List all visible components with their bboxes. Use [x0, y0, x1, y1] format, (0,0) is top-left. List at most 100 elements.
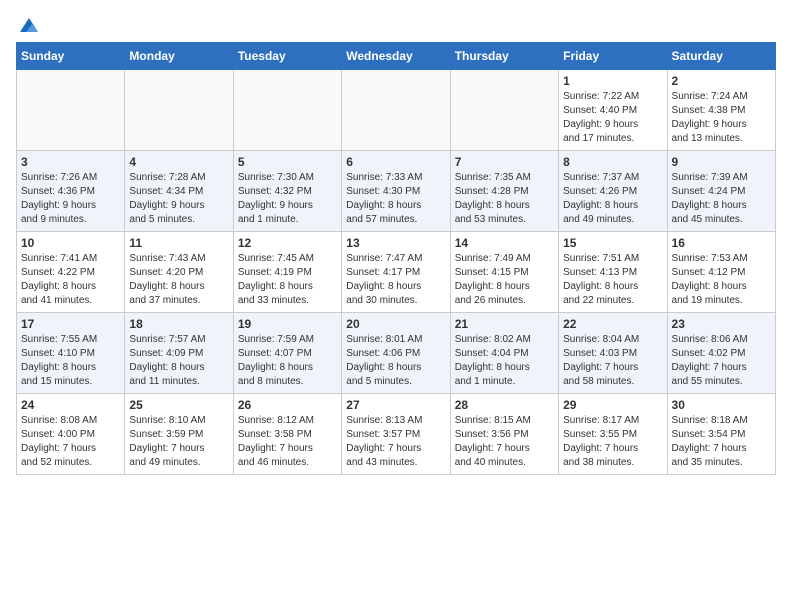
- day-number: 29: [563, 398, 662, 412]
- day-info: Sunrise: 7:53 AM Sunset: 4:12 PM Dayligh…: [672, 252, 771, 308]
- day-cell: 3Sunrise: 7:26 AM Sunset: 4:36 PM Daylig…: [17, 151, 125, 232]
- day-cell: 20 Sunrise: 8:01 AM Sunset: 4:06 PM Dayli…: [342, 313, 450, 394]
- week-row-3: 10 Sunrise: 7:41 AM Sunset: 4:22 PM Dayli…: [17, 232, 776, 313]
- logo: [16, 16, 40, 30]
- day-cell: 11 Sunrise: 7:43 AM Sunset: 4:20 PM Dayli…: [125, 232, 233, 313]
- day-number: 15: [563, 236, 662, 250]
- day-number: 22: [563, 317, 662, 331]
- day-number: 14: [455, 236, 554, 250]
- day-info: Sunrise: 7:49 AM Sunset: 4:15 PM Dayligh…: [455, 252, 554, 308]
- day-info: Sunrise: 7:47 AM Sunset: 4:17 PM Dayligh…: [346, 252, 445, 308]
- calendar-header-row: SundayMondayTuesdayWednesdayThursdayFrid…: [17, 43, 776, 70]
- day-cell: 5 Sunrise: 7:30 AM Sunset: 4:32 PM Daylig…: [233, 151, 341, 232]
- day-number: 3: [21, 155, 120, 169]
- day-number: 27: [346, 398, 445, 412]
- day-info: Sunrise: 7:39 AM Sunset: 4:24 PM Dayligh…: [672, 171, 771, 227]
- day-info: Sunrise: 7:43 AM Sunset: 4:20 PM Dayligh…: [129, 252, 228, 308]
- day-number: 26: [238, 398, 337, 412]
- column-header-saturday: Saturday: [667, 43, 775, 70]
- day-number: 25: [129, 398, 228, 412]
- calendar-table: SundayMondayTuesdayWednesdayThursdayFrid…: [16, 42, 776, 475]
- day-info: Sunrise: 8:18 AM Sunset: 3:54 PM Dayligh…: [672, 414, 771, 470]
- day-number: 2: [672, 74, 771, 88]
- day-cell: [342, 70, 450, 151]
- day-number: 7: [455, 155, 554, 169]
- day-info: Sunrise: 7:59 AM Sunset: 4:07 PM Dayligh…: [238, 333, 337, 389]
- day-info: Sunrise: 8:01 AM Sunset: 4:06 PM Dayligh…: [346, 333, 445, 389]
- day-info: Sunrise: 7:30 AM Sunset: 4:32 PM Dayligh…: [238, 171, 337, 227]
- day-cell: 12Sunrise: 7:45 AM Sunset: 4:19 PM Dayli…: [233, 232, 341, 313]
- day-number: 19: [238, 317, 337, 331]
- day-number: 6: [346, 155, 445, 169]
- day-cell: 26 Sunrise: 8:12 AM Sunset: 3:58 PM Dayli…: [233, 394, 341, 475]
- day-cell: 25 Sunrise: 8:10 AM Sunset: 3:59 PM Dayli…: [125, 394, 233, 475]
- day-number: 9: [672, 155, 771, 169]
- day-number: 5: [238, 155, 337, 169]
- day-cell: 17Sunrise: 7:55 AM Sunset: 4:10 PM Dayli…: [17, 313, 125, 394]
- day-info: Sunrise: 7:51 AM Sunset: 4:13 PM Dayligh…: [563, 252, 662, 308]
- day-info: Sunrise: 8:15 AM Sunset: 3:56 PM Dayligh…: [455, 414, 554, 470]
- day-number: 10: [21, 236, 120, 250]
- day-info: Sunrise: 7:55 AM Sunset: 4:10 PM Dayligh…: [21, 333, 120, 389]
- day-number: 23: [672, 317, 771, 331]
- day-cell: 1 Sunrise: 7:22 AM Sunset: 4:40 PM Daylig…: [559, 70, 667, 151]
- day-info: Sunrise: 7:57 AM Sunset: 4:09 PM Dayligh…: [129, 333, 228, 389]
- day-info: Sunrise: 7:28 AM Sunset: 4:34 PM Dayligh…: [129, 171, 228, 227]
- day-info: Sunrise: 7:37 AM Sunset: 4:26 PM Dayligh…: [563, 171, 662, 227]
- week-row-1: 1 Sunrise: 7:22 AM Sunset: 4:40 PM Daylig…: [17, 70, 776, 151]
- week-row-4: 17Sunrise: 7:55 AM Sunset: 4:10 PM Dayli…: [17, 313, 776, 394]
- day-cell: 29 Sunrise: 8:17 AM Sunset: 3:55 PM Dayli…: [559, 394, 667, 475]
- day-info: Sunrise: 8:12 AM Sunset: 3:58 PM Dayligh…: [238, 414, 337, 470]
- day-cell: [125, 70, 233, 151]
- page-header: [16, 16, 776, 30]
- day-number: 11: [129, 236, 228, 250]
- day-cell: [17, 70, 125, 151]
- day-info: Sunrise: 8:04 AM Sunset: 4:03 PM Dayligh…: [563, 333, 662, 389]
- day-number: 4: [129, 155, 228, 169]
- day-number: 1: [563, 74, 662, 88]
- day-info: Sunrise: 8:08 AM Sunset: 4:00 PM Dayligh…: [21, 414, 120, 470]
- day-cell: 23 Sunrise: 8:06 AM Sunset: 4:02 PM Dayli…: [667, 313, 775, 394]
- day-cell: 10 Sunrise: 7:41 AM Sunset: 4:22 PM Dayli…: [17, 232, 125, 313]
- day-cell: 8 Sunrise: 7:37 AM Sunset: 4:26 PM Daylig…: [559, 151, 667, 232]
- day-cell: 30Sunrise: 8:18 AM Sunset: 3:54 PM Dayli…: [667, 394, 775, 475]
- day-info: Sunrise: 7:33 AM Sunset: 4:30 PM Dayligh…: [346, 171, 445, 227]
- week-row-5: 24 Sunrise: 8:08 AM Sunset: 4:00 PM Dayli…: [17, 394, 776, 475]
- day-info: Sunrise: 7:41 AM Sunset: 4:22 PM Dayligh…: [21, 252, 120, 308]
- day-number: 28: [455, 398, 554, 412]
- logo-icon: [18, 14, 40, 36]
- day-info: Sunrise: 8:10 AM Sunset: 3:59 PM Dayligh…: [129, 414, 228, 470]
- day-info: Sunrise: 7:22 AM Sunset: 4:40 PM Dayligh…: [563, 90, 662, 146]
- day-cell: 18 Sunrise: 7:57 AM Sunset: 4:09 PM Dayli…: [125, 313, 233, 394]
- day-number: 20: [346, 317, 445, 331]
- column-header-sunday: Sunday: [17, 43, 125, 70]
- day-cell: 13 Sunrise: 7:47 AM Sunset: 4:17 PM Dayli…: [342, 232, 450, 313]
- column-header-wednesday: Wednesday: [342, 43, 450, 70]
- day-cell: [233, 70, 341, 151]
- day-cell: 22 Sunrise: 8:04 AM Sunset: 4:03 PM Dayli…: [559, 313, 667, 394]
- day-number: 13: [346, 236, 445, 250]
- day-info: Sunrise: 8:06 AM Sunset: 4:02 PM Dayligh…: [672, 333, 771, 389]
- day-info: Sunrise: 8:17 AM Sunset: 3:55 PM Dayligh…: [563, 414, 662, 470]
- day-cell: [450, 70, 558, 151]
- column-header-friday: Friday: [559, 43, 667, 70]
- day-info: Sunrise: 7:24 AM Sunset: 4:38 PM Dayligh…: [672, 90, 771, 146]
- day-cell: 9 Sunrise: 7:39 AM Sunset: 4:24 PM Daylig…: [667, 151, 775, 232]
- day-number: 8: [563, 155, 662, 169]
- day-cell: 6 Sunrise: 7:33 AM Sunset: 4:30 PM Daylig…: [342, 151, 450, 232]
- day-cell: 27Sunrise: 8:13 AM Sunset: 3:57 PM Dayli…: [342, 394, 450, 475]
- column-header-thursday: Thursday: [450, 43, 558, 70]
- day-number: 18: [129, 317, 228, 331]
- column-header-monday: Monday: [125, 43, 233, 70]
- day-info: Sunrise: 7:35 AM Sunset: 4:28 PM Dayligh…: [455, 171, 554, 227]
- day-number: 21: [455, 317, 554, 331]
- day-number: 16: [672, 236, 771, 250]
- day-cell: 2 Sunrise: 7:24 AM Sunset: 4:38 PM Daylig…: [667, 70, 775, 151]
- day-info: Sunrise: 8:02 AM Sunset: 4:04 PM Dayligh…: [455, 333, 554, 389]
- day-cell: 21 Sunrise: 8:02 AM Sunset: 4:04 PM Dayli…: [450, 313, 558, 394]
- day-cell: 7 Sunrise: 7:35 AM Sunset: 4:28 PM Daylig…: [450, 151, 558, 232]
- day-cell: 14 Sunrise: 7:49 AM Sunset: 4:15 PM Dayli…: [450, 232, 558, 313]
- day-cell: 4 Sunrise: 7:28 AM Sunset: 4:34 PM Daylig…: [125, 151, 233, 232]
- day-cell: 19 Sunrise: 7:59 AM Sunset: 4:07 PM Dayli…: [233, 313, 341, 394]
- day-number: 24: [21, 398, 120, 412]
